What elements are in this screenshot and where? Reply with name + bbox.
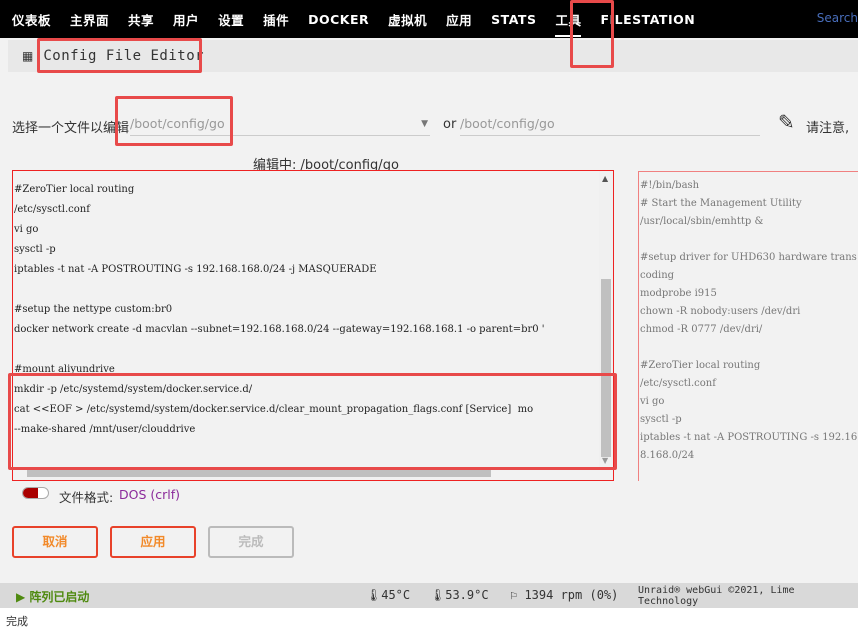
done-button[interactable]: 完成 <box>208 526 294 558</box>
fan-speed-value: 1394 rpm (0%) <box>524 588 619 602</box>
page-header: ▦ Config File Editor <box>8 40 858 72</box>
code-line: #!/bin/bash <box>640 180 700 191</box>
nav-item[interactable]: 应用 <box>446 10 472 29</box>
code-line: # Start the Management Utility <box>640 198 802 209</box>
or-label: or <box>443 117 457 132</box>
code-line: vi go <box>640 396 665 407</box>
nav-item[interactable]: 插件 <box>263 10 289 29</box>
scroll-down-icon[interactable]: ▼ <box>602 456 608 465</box>
code-editor[interactable]: #ZeroTier local routing/etc/sysctl.conf v… <box>12 170 614 481</box>
array-status: ▶ 阵列已启动 <box>16 590 90 604</box>
code-line: sysctl -p <box>14 244 56 255</box>
format-value: DOS (crlf) <box>119 487 181 502</box>
format-label: 文件格式: <box>59 490 114 505</box>
scroll-up-icon[interactable]: ▲ <box>602 174 608 183</box>
search-link[interactable]: Search <box>817 11 858 25</box>
code-line: docker network create -d macvlan --subne… <box>14 324 545 335</box>
code-line: /etc/sysctl.conf <box>14 204 90 215</box>
code-line: modprobe i915 <box>640 288 717 299</box>
code-line: #setup the nettype custom:br0 <box>14 304 173 315</box>
code-line: chmod -R 0777 /dev/dri/ <box>640 324 763 335</box>
nav-item[interactable]: 仪表板 <box>12 10 51 29</box>
code-line: sysctl -p <box>640 414 682 425</box>
mb-temp-value: 53.9°C <box>445 588 489 602</box>
horizontal-scrollbar[interactable] <box>27 467 491 477</box>
note-text: 请注意, <box>806 121 850 136</box>
code-line: iptables -t nat -A POSTROUTING -s 192.16… <box>640 432 858 461</box>
path-placeholder: /boot/config/go <box>460 116 555 131</box>
array-status-text: 阵列已启动 <box>29 590 90 604</box>
cpu-temp: 🌡45°C <box>366 588 411 602</box>
nav-item[interactable]: STATS <box>491 12 536 27</box>
code-line: /etc/sysctl.conf <box>640 378 716 389</box>
code-line: /usr/local/sbin/emhttp & <box>640 216 764 227</box>
path-input[interactable]: /boot/config/go <box>460 114 760 136</box>
file-select-label: 选择一个文件以编辑 <box>12 121 130 136</box>
code-line: #setup driver for UHD630 hardware transc… <box>640 252 857 281</box>
nav-item[interactable]: FILESTATION <box>600 12 695 27</box>
mb-temp: 🌡53.9°C <box>430 588 489 602</box>
code-line: --make-shared /mnt/user/clouddrive <box>14 424 196 435</box>
format-toggle[interactable] <box>22 487 49 499</box>
code-line: cat <<EOF > /etc/systemd/system/docker.s… <box>14 404 534 415</box>
fan-speed: ⚐ 1394 rpm (0%) <box>510 588 619 602</box>
code-line: chown -R nobody:users /dev/dri <box>640 306 801 317</box>
chevron-down-icon: ▼ <box>421 119 428 129</box>
footer-bar: ▶ 阵列已启动 🌡45°C 🌡53.9°C ⚐ 1394 rpm (0%) Un… <box>0 583 858 608</box>
code-line: mkdir -p /etc/systemd/system/docker.serv… <box>14 384 253 395</box>
status-bar: 完成 <box>0 608 858 632</box>
nav-item[interactable]: 主界面 <box>70 10 109 29</box>
top-nav: 仪表板 主界面 共享 用户 设置 插件 DOCKER 虚拟机 应用 STATS 工具 FILESTAT… <box>0 0 858 38</box>
nav-item[interactable]: DOCKER <box>308 12 369 27</box>
file-select-value: /boot/config/go <box>130 116 225 131</box>
copyright: Unraid® webGui ©2021, Lime Technology <box>638 585 795 607</box>
file-preview: #!/bin/bash # Start the Management Utilit… <box>638 171 858 481</box>
code-line: #ZeroTier local routing <box>640 360 761 371</box>
vertical-scrollbar[interactable]: ▲ ▼ <box>599 171 613 467</box>
cpu-temp-value: 45°C <box>381 588 411 602</box>
nav-item[interactable]: 共享 <box>128 10 154 29</box>
scroll-thumb[interactable] <box>601 279 611 457</box>
page-title: Config File Editor <box>43 48 205 64</box>
code-line: vi go <box>14 224 39 235</box>
edit-note-icon: ✎ <box>778 110 795 134</box>
code-line: iptables -t nat -A POSTROUTING -s 192.16… <box>14 264 377 275</box>
code-line: #mount aliyundrive <box>14 364 115 375</box>
nav-item[interactable]: 用户 <box>173 10 199 29</box>
nav-item[interactable]: 虚拟机 <box>388 10 427 29</box>
file-select-dropdown[interactable]: /boot/config/go ▼ <box>130 114 430 136</box>
nav-item[interactable]: 设置 <box>218 10 244 29</box>
nav-item[interactable]: 工具 <box>555 10 582 37</box>
code-line: #ZeroTier local routing <box>14 184 135 195</box>
apply-button[interactable]: 应用 <box>110 526 196 558</box>
grid-icon: ▦ <box>22 49 34 63</box>
cancel-button[interactable]: 取消 <box>12 526 98 558</box>
